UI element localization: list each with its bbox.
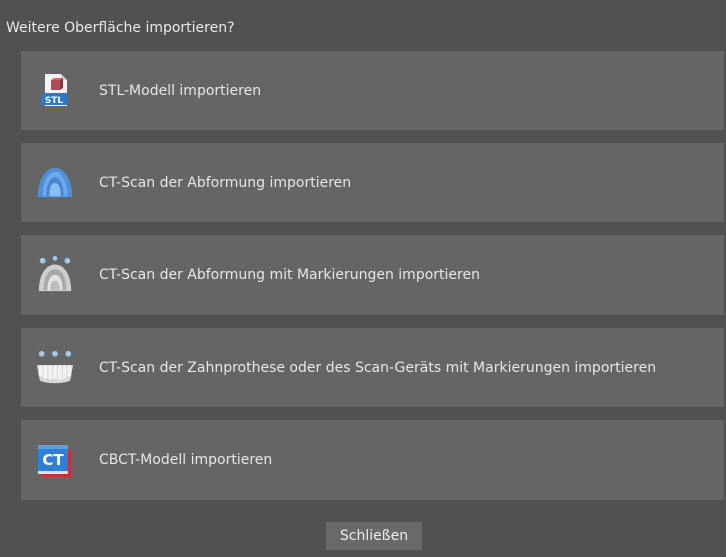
cbct-icon: CT: [36, 441, 74, 479]
import-ct-denture-markers-label: CT-Scan der Zahnprothese oder des Scan-G…: [99, 359, 657, 376]
import-cbct-label: CBCT-Modell importieren: [99, 452, 273, 468]
denture-markers-icon: [36, 349, 74, 387]
cbct-icon-text: CT: [42, 451, 64, 469]
import-surface-dialog: Weitere Oberfläche importieren? STL STL-…: [0, 0, 726, 557]
import-ct-denture-markers-option[interactable]: CT-Scan der Zahnprothese oder des Scan-G…: [21, 328, 724, 407]
close-button[interactable]: Schließen: [326, 522, 422, 550]
impression-icon: [36, 164, 74, 202]
stl-file-icon: STL: [36, 72, 74, 110]
import-cbct-option[interactable]: CT CBCT-Modell importieren: [21, 420, 724, 500]
import-ct-impression-markers-option[interactable]: CT-Scan der Abformung mit Markierungen i…: [21, 235, 724, 315]
import-stl-option[interactable]: STL STL-Modell importieren: [21, 51, 724, 130]
stl-icon-text: STL: [45, 96, 64, 106]
import-stl-label: STL-Modell importieren: [99, 82, 262, 99]
dialog-title: Weitere Oberfläche importieren?: [6, 20, 235, 36]
import-ct-impression-option[interactable]: CT-Scan der Abformung importieren: [21, 143, 724, 222]
impression-markers-icon: [36, 256, 74, 294]
import-ct-impression-markers-label: CT-Scan der Abformung mit Markierungen i…: [99, 267, 480, 283]
import-ct-impression-label: CT-Scan der Abformung importieren: [99, 174, 352, 191]
